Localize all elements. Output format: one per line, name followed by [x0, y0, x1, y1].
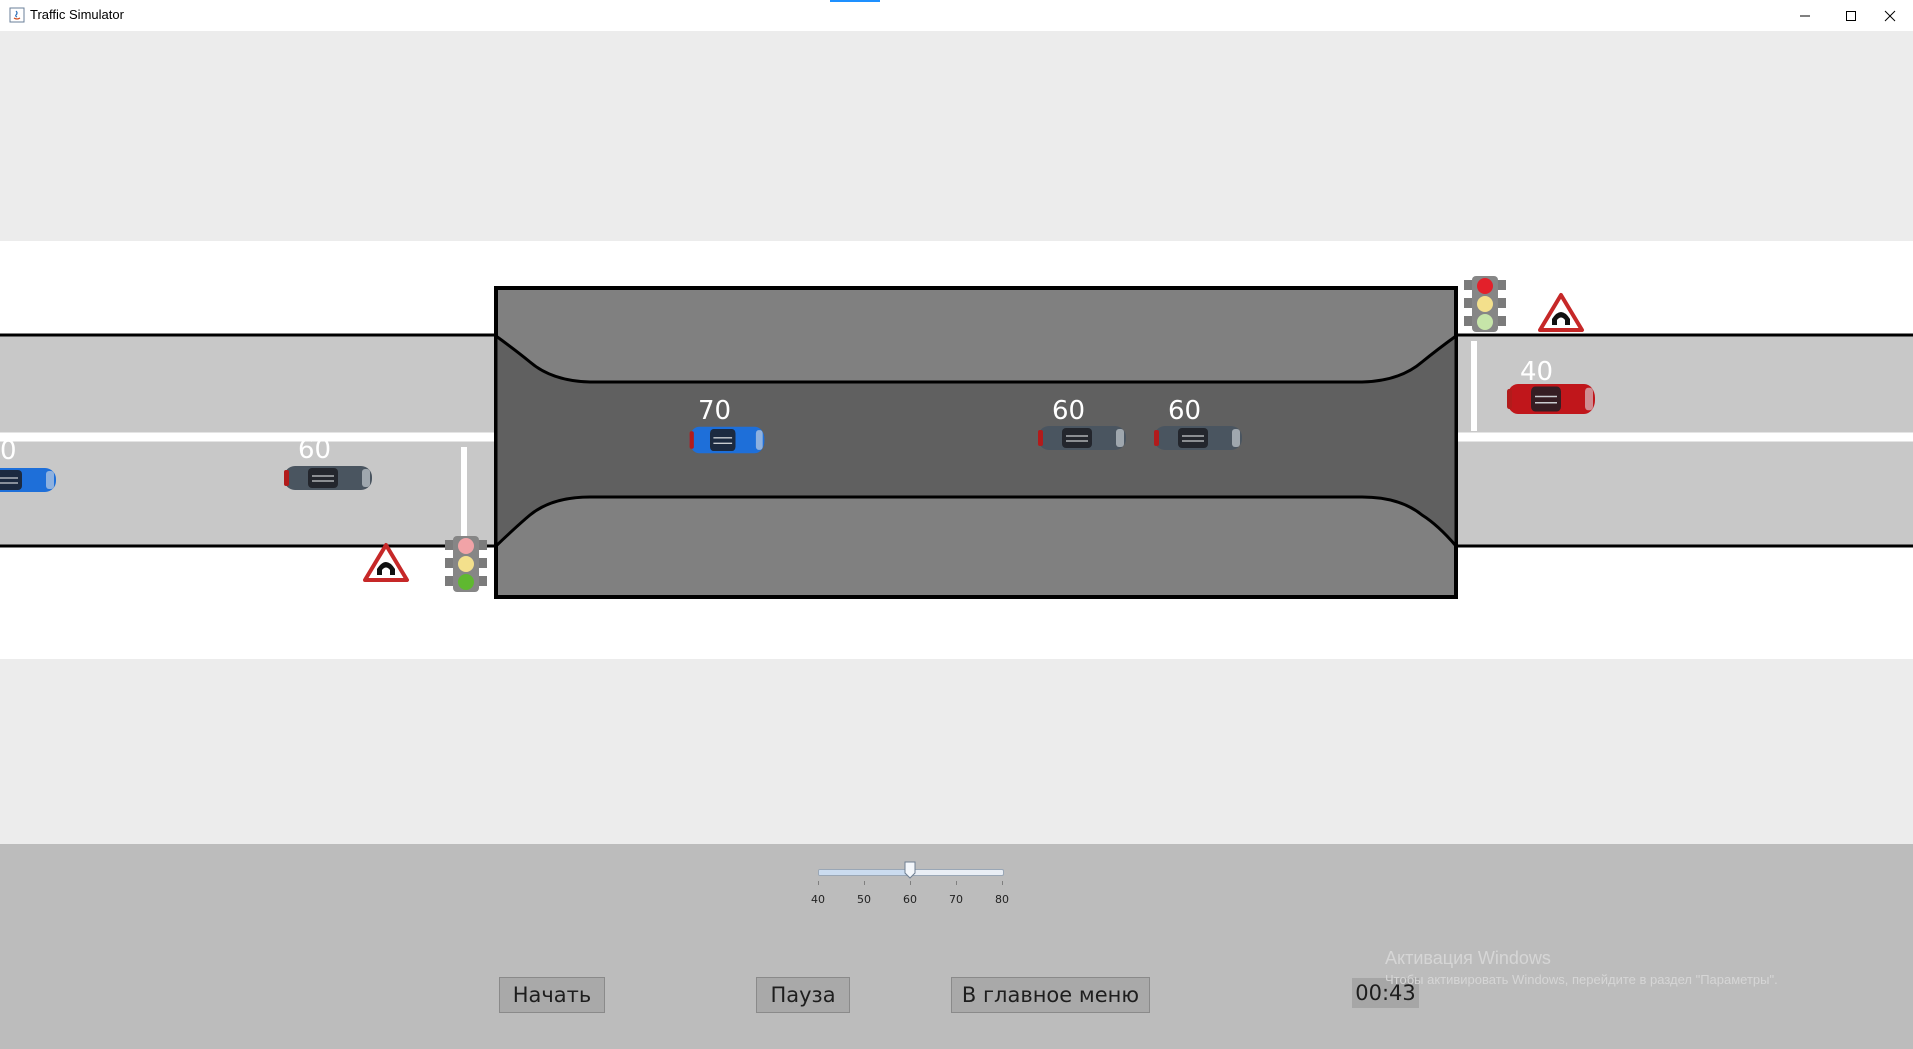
- slider-tick-label: 80: [995, 893, 1009, 906]
- java-app-icon: [9, 7, 25, 23]
- pause-button[interactable]: Пауза: [756, 977, 850, 1013]
- car-icon: [283, 465, 373, 491]
- traffic-light-left: [445, 536, 487, 592]
- slider-tick: [864, 881, 865, 885]
- car-icon: [688, 426, 766, 454]
- car-speed-label: 70: [698, 396, 732, 426]
- car-speed-label: 60: [298, 435, 332, 465]
- slider-tick: [818, 881, 819, 885]
- title-bar: Traffic Simulator: [0, 0, 1913, 32]
- maximize-icon: [1846, 10, 1856, 21]
- close-button[interactable]: [1867, 0, 1913, 31]
- title-accent: [830, 0, 880, 2]
- main-menu-button[interactable]: В главное меню: [951, 977, 1150, 1013]
- slider-tick: [910, 881, 911, 885]
- start-button[interactable]: Начать: [499, 977, 605, 1013]
- activation-watermark-title: Активация Windows: [1385, 948, 1551, 968]
- slider-tick: [956, 881, 957, 885]
- slider-tick-label: 40: [811, 893, 825, 906]
- slider-thumb[interactable]: [904, 861, 916, 879]
- car-speed-label: 0: [0, 436, 17, 466]
- slider-fill: [819, 870, 911, 875]
- car-speed-label: 60: [1052, 396, 1086, 426]
- car-icon: [1506, 383, 1596, 415]
- minimize-button[interactable]: [1782, 0, 1828, 31]
- slider-tick: [1002, 881, 1003, 885]
- slider-tick-label: 60: [903, 893, 917, 906]
- car-icon: [0, 467, 57, 493]
- car-icon: [1037, 425, 1127, 451]
- activation-watermark-subtitle: Чтобы активировать Windows, перейдите в …: [1385, 972, 1778, 987]
- road-scene: [0, 241, 1913, 659]
- slider-tick-label: 50: [857, 893, 871, 906]
- minimize-icon: [1800, 15, 1810, 16]
- close-icon: [1884, 10, 1896, 21]
- window-title: Traffic Simulator: [30, 7, 124, 22]
- car-icon: [1153, 425, 1243, 451]
- slider-tick-label: 70: [949, 893, 963, 906]
- simulation-canvas: 0 60 70 60 60 40: [0, 31, 1913, 844]
- car-speed-label: 60: [1168, 396, 1202, 426]
- traffic-light-right: [1464, 276, 1506, 332]
- car-speed-label: 40: [1520, 357, 1554, 387]
